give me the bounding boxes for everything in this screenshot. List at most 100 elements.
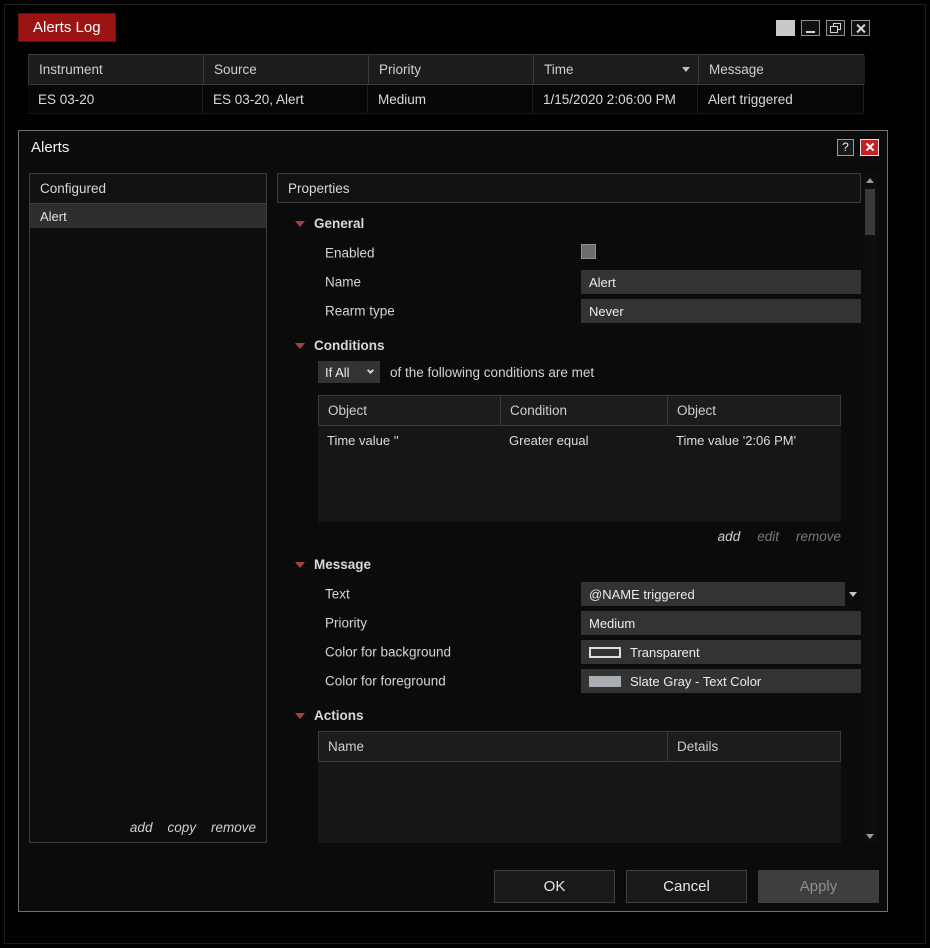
- alerts-log-table: Instrument Source Priority Time Message …: [28, 54, 865, 114]
- foreground-color-dropdown[interactable]: Slate Gray - Text Color: [581, 669, 861, 693]
- conditions-links: add edit remove: [277, 529, 841, 544]
- collapse-general-icon[interactable]: [295, 220, 305, 227]
- gray-swatch-icon: [589, 675, 621, 687]
- scroll-up-icon: [866, 177, 874, 183]
- alerts-log-title: Alerts Log: [18, 13, 116, 42]
- dialog-buttons: OK Cancel Apply: [494, 870, 879, 903]
- configured-header: Configured: [30, 174, 266, 204]
- help-button[interactable]: ?: [837, 138, 854, 156]
- rearm-label: Rearm type: [325, 303, 395, 319]
- log-cell-message: Alert triggered: [698, 85, 864, 114]
- column-header-priority[interactable]: Priority: [369, 55, 534, 84]
- minimize-button[interactable]: [801, 20, 820, 36]
- collapse-conditions-icon[interactable]: [295, 342, 305, 349]
- dialog-title: Alerts: [31, 138, 70, 156]
- actions-table: Name Details: [318, 731, 841, 843]
- actions-column-name: Name: [319, 732, 668, 761]
- scroll-down-button[interactable]: [863, 829, 877, 843]
- section-conditions-title: Conditions: [314, 338, 385, 353]
- window-style-button[interactable]: [776, 20, 795, 36]
- priority-dropdown[interactable]: Medium: [581, 611, 861, 635]
- configured-add-link[interactable]: add: [130, 820, 153, 835]
- section-message: Message: [295, 557, 861, 572]
- configured-panel: Configured Alert add copy remove: [29, 173, 267, 843]
- conditions-table-body: Time value '' Greater equal Time value '…: [318, 426, 841, 522]
- minimize-icon: [806, 30, 815, 33]
- rearm-dropdown[interactable]: Never: [581, 299, 861, 323]
- section-actions: Actions: [295, 708, 861, 723]
- message-text-dropdown-button[interactable]: [845, 582, 861, 606]
- collapse-message-icon[interactable]: [295, 561, 305, 568]
- dialog-titlebar[interactable]: Alerts ?: [19, 131, 887, 163]
- column-header-time[interactable]: Time: [534, 55, 699, 84]
- close-button[interactable]: [851, 20, 870, 36]
- close-icon: [856, 24, 865, 33]
- priority-label: Priority: [325, 615, 368, 631]
- configured-list: Alert: [30, 204, 266, 814]
- match-mode-dropdown[interactable]: If All: [318, 361, 380, 383]
- scrollbar-thumb[interactable]: [865, 189, 875, 235]
- properties-content: General Enabled Name Alert Rearm type Ne…: [277, 203, 861, 843]
- message-text-input[interactable]: @NAME triggered: [581, 582, 845, 606]
- conditions-column-object2: Object: [668, 396, 840, 425]
- message-text-combo: @NAME triggered: [581, 582, 861, 606]
- apply-button[interactable]: Apply: [758, 870, 879, 903]
- configured-copy-link[interactable]: copy: [167, 820, 196, 835]
- column-header-source[interactable]: Source: [204, 55, 369, 84]
- chevron-down-icon: [366, 366, 375, 375]
- column-header-instrument[interactable]: Instrument: [29, 55, 204, 84]
- column-header-message[interactable]: Message: [699, 55, 865, 84]
- properties-scrollbar[interactable]: [863, 173, 877, 843]
- conditions-match-row: If All of the following conditions are m…: [318, 361, 861, 383]
- condition-add-link[interactable]: add: [718, 529, 741, 544]
- dialog-controls: ?: [837, 138, 879, 156]
- conditions-column-condition: Condition: [501, 396, 668, 425]
- ok-button[interactable]: OK: [494, 870, 615, 903]
- alerts-dialog: Alerts ? Configured Alert add copy remov…: [18, 130, 888, 912]
- section-general-title: General: [314, 216, 365, 231]
- configured-remove-link[interactable]: remove: [211, 820, 256, 835]
- condition-row[interactable]: Time value '' Greater equal Time value '…: [318, 426, 841, 454]
- restore-icon: [830, 23, 841, 33]
- maximize-button[interactable]: [826, 20, 845, 36]
- column-header-time-label: Time: [544, 62, 574, 77]
- log-cell-source: ES 03-20, Alert: [203, 85, 368, 114]
- background-color-dropdown[interactable]: Transparent: [581, 640, 861, 664]
- scroll-up-button[interactable]: [863, 173, 877, 187]
- name-row: Name Alert: [277, 268, 861, 296]
- actions-column-details: Details: [668, 732, 840, 761]
- match-text: of the following conditions are met: [390, 364, 595, 380]
- name-input[interactable]: Alert: [581, 270, 861, 294]
- dialog-close-button[interactable]: [860, 138, 879, 156]
- section-general: General: [295, 216, 861, 231]
- enabled-label: Enabled: [325, 245, 375, 261]
- condition-cell-condition: Greater equal: [509, 432, 589, 448]
- condition-cell-object2: Time value '2:06 PM': [676, 432, 797, 448]
- actions-table-header: Name Details: [318, 731, 841, 762]
- dropdown-arrow-icon: [849, 591, 857, 597]
- priority-value: Medium: [589, 615, 636, 631]
- dialog-close-icon: [866, 143, 874, 151]
- foreground-color-content: Slate Gray - Text Color: [589, 674, 761, 689]
- condition-cell-object1: Time value '': [327, 432, 399, 448]
- configured-item-alert[interactable]: Alert: [30, 204, 266, 228]
- conditions-column-object1: Object: [319, 396, 501, 425]
- section-message-title: Message: [314, 557, 372, 572]
- background-color-content: Transparent: [589, 645, 700, 660]
- enabled-checkbox[interactable]: [581, 244, 596, 259]
- background-color-label: Color for background: [325, 644, 452, 660]
- alerts-log-row[interactable]: ES 03-20 ES 03-20, Alert Medium 1/15/202…: [28, 85, 864, 114]
- condition-remove-link[interactable]: remove: [796, 529, 841, 544]
- collapse-actions-icon[interactable]: [295, 712, 305, 719]
- conditions-table-header: Object Condition Object: [318, 395, 841, 426]
- alerts-log-table-header: Instrument Source Priority Time Message: [28, 54, 865, 85]
- log-cell-instrument: ES 03-20: [28, 85, 203, 114]
- message-text-label: Text: [325, 586, 350, 602]
- foreground-color-value: Slate Gray - Text Color: [630, 673, 762, 689]
- properties-header: Properties: [277, 173, 861, 203]
- background-color-row: Color for background Transparent: [277, 638, 861, 666]
- cancel-button[interactable]: Cancel: [626, 870, 747, 903]
- actions-table-body: [318, 762, 841, 843]
- condition-edit-link[interactable]: edit: [757, 529, 779, 544]
- properties-panel: Properties General Enabled Name Alert Re…: [277, 173, 861, 843]
